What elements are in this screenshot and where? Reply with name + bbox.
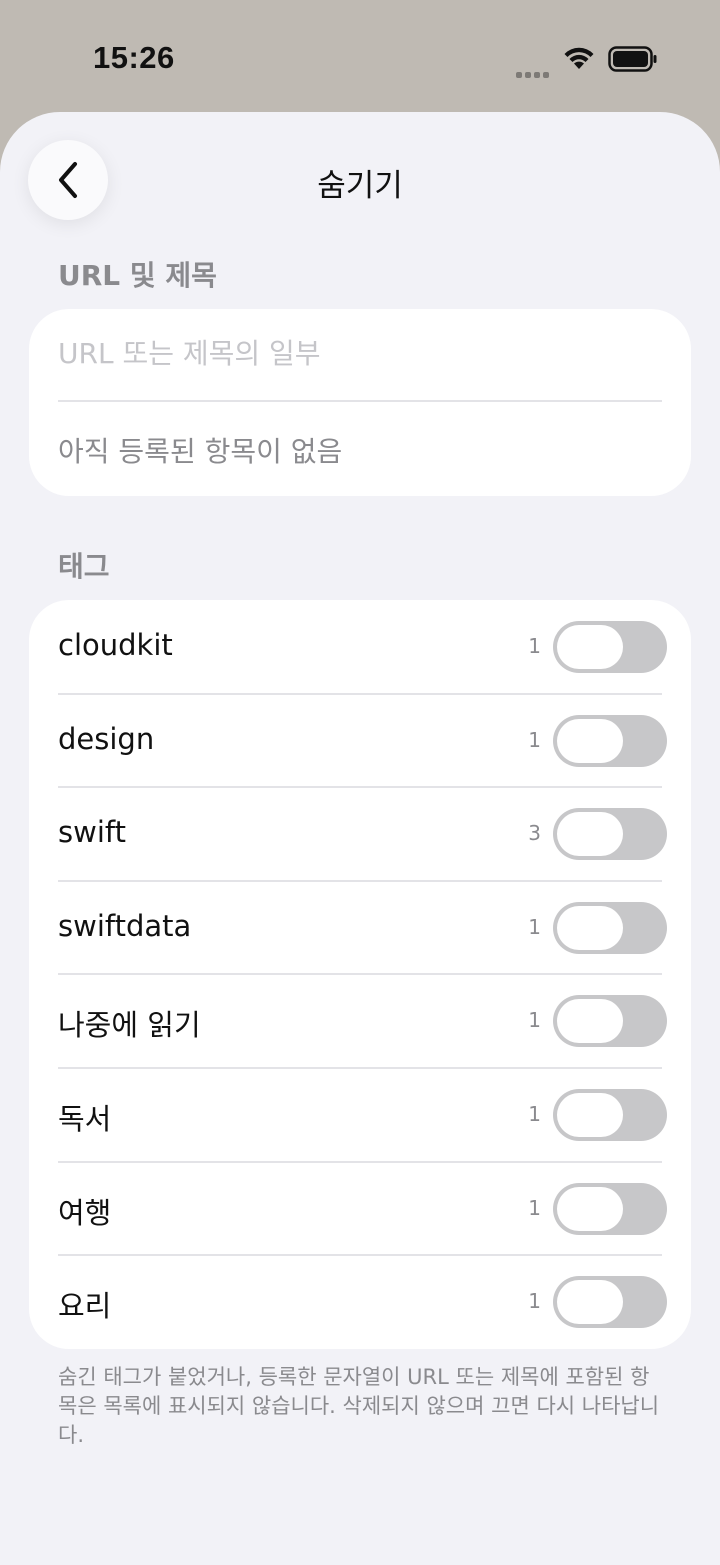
url-section-header: URL 및 제목 — [58, 259, 217, 292]
hide-tag-toggle[interactable] — [553, 808, 667, 861]
tag-count: 1 — [528, 1008, 541, 1033]
toggle-knob — [557, 718, 623, 763]
tag-count: 1 — [528, 727, 541, 752]
tag-label: 요리 — [58, 1289, 112, 1324]
tag-label: 나중에 읽기 — [58, 1008, 201, 1043]
divider — [58, 400, 662, 402]
tag-count: 1 — [528, 634, 541, 658]
hide-tag-toggle[interactable] — [553, 1089, 667, 1141]
toggle-knob — [557, 812, 623, 857]
tag-row: 요리 1 — [29, 1255, 691, 1349]
tag-list-card: cloudkit 1 design 1 swift 3 swiftdata 1 나중에 읽기 1 독… — [29, 600, 691, 1349]
toggle-knob — [557, 1093, 623, 1137]
tag-label: 여행 — [58, 1195, 112, 1230]
tag-label: cloudkit — [58, 628, 173, 662]
toggle-knob — [557, 999, 623, 1044]
tag-count: 3 — [528, 821, 541, 846]
hide-tag-toggle[interactable] — [553, 995, 667, 1048]
toggle-knob — [557, 905, 623, 950]
hide-tag-toggle[interactable] — [553, 1276, 667, 1329]
toggle-knob — [557, 1280, 623, 1325]
tag-row: swift 3 — [29, 787, 691, 881]
tag-count: 1 — [528, 1289, 541, 1314]
footer-note: 숨긴 태그가 붙었거나, 등록한 문자열이 URL 또는 제목에 포함된 항목은… — [58, 1365, 660, 1447]
tag-count: 1 — [528, 1195, 541, 1220]
hide-tag-toggle[interactable] — [553, 901, 667, 954]
toggle-knob — [557, 1186, 623, 1231]
wifi-icon — [564, 47, 594, 69]
url-title-input[interactable] — [58, 337, 658, 370]
hide-tag-toggle[interactable] — [553, 1182, 667, 1235]
tag-label: design — [58, 721, 155, 756]
tag-count: 1 — [528, 914, 541, 939]
tag-row: design 1 — [29, 694, 691, 788]
tag-section-header: 태그 — [58, 550, 110, 583]
tag-row: 여행 1 — [29, 1162, 691, 1256]
page-title: 숨기기 — [317, 168, 403, 204]
empty-state-text: 아직 등록된 항목이 없음 — [58, 435, 343, 468]
hide-tag-toggle[interactable] — [553, 621, 667, 673]
tag-row: swiftdata 1 — [29, 881, 691, 975]
toggle-knob — [557, 625, 623, 669]
tag-label: swift — [58, 815, 126, 850]
url-title-card: 아직 등록된 항목이 없음 — [29, 309, 691, 496]
tag-row: cloudkit 1 — [29, 600, 691, 694]
tag-count: 1 — [528, 1102, 541, 1126]
tag-row: 독서 1 — [29, 1068, 691, 1162]
hide-tag-toggle[interactable] — [553, 714, 667, 767]
status-time: 15:26 — [93, 40, 175, 75]
tag-label: 독서 — [58, 1102, 112, 1136]
tag-label: swiftdata — [58, 908, 192, 943]
battery-icon — [608, 46, 657, 72]
cellular-signal-icon — [516, 63, 552, 82]
tag-row: 나중에 읽기 1 — [29, 974, 691, 1068]
status-bar: 15:26 — [0, 0, 720, 112]
